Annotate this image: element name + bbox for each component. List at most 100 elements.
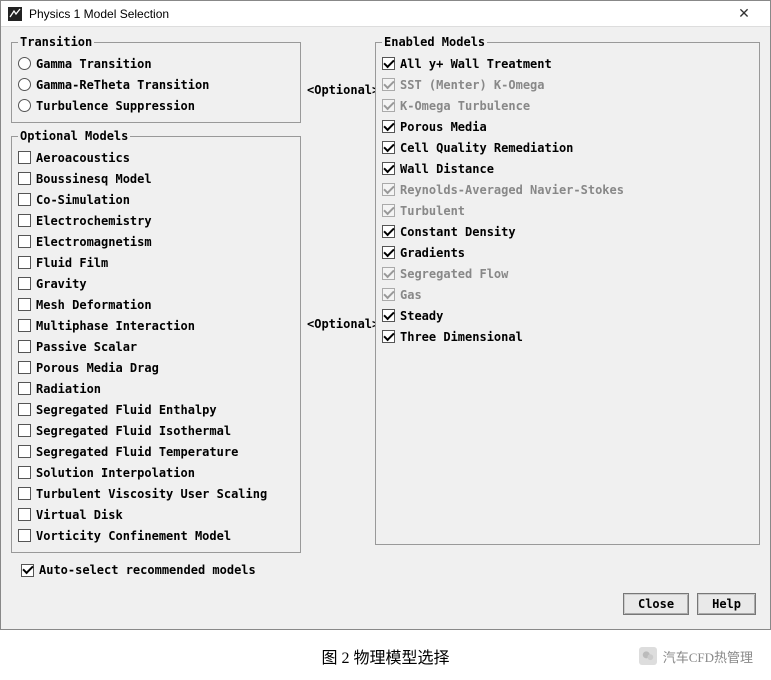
checkbox-label: SST (Menter) K-Omega (400, 78, 545, 92)
checkbox[interactable] (18, 445, 31, 458)
checkbox[interactable] (382, 225, 395, 238)
checkbox-label: Wall Distance (400, 162, 494, 176)
checkbox (382, 99, 395, 112)
enabled-model-row: Cell Quality Remediation (382, 137, 753, 158)
transition-legend: Transition (18, 35, 94, 49)
optional-model-row: Aeroacoustics (18, 147, 294, 168)
checkbox-label: Segregated Fluid Temperature (36, 445, 238, 459)
checkbox-label: Reynolds-Averaged Navier-Stokes (400, 183, 624, 197)
checkbox-label: Turbulent Viscosity User Scaling (36, 487, 267, 501)
watermark-text: 汽车CFD热管理 (663, 647, 753, 666)
transition-option: Turbulence Suppression (18, 95, 294, 116)
enabled-model-row: Segregated Flow (382, 263, 753, 284)
checkbox[interactable] (18, 319, 31, 332)
checkbox[interactable] (18, 424, 31, 437)
help-button[interactable]: Help (697, 593, 756, 615)
window-title: Physics 1 Model Selection (29, 7, 724, 21)
content-area: Transition Gamma TransitionGamma-ReTheta… (1, 27, 770, 581)
radio-button[interactable] (18, 57, 31, 70)
optional-model-row: Turbulent Viscosity User Scaling (18, 483, 294, 504)
enabled-model-row: Reynolds-Averaged Navier-Stokes (382, 179, 753, 200)
transition-option: Gamma-ReTheta Transition (18, 74, 294, 95)
checkbox-label: Fluid Film (36, 256, 108, 270)
checkbox[interactable] (18, 529, 31, 542)
checkbox-label: Gradients (400, 246, 465, 260)
optional-model-row: Fluid Film (18, 252, 294, 273)
checkbox (382, 183, 395, 196)
checkbox[interactable] (382, 309, 395, 322)
optional-model-row: Radiation (18, 378, 294, 399)
checkbox[interactable] (18, 361, 31, 374)
checkbox[interactable] (382, 57, 395, 70)
middle-column: <Optional> <Optional> (307, 35, 369, 577)
optional-models-group: Optional Models AeroacousticsBoussinesq … (11, 129, 301, 553)
checkbox-label: Solution Interpolation (36, 466, 195, 480)
optional-model-row: Segregated Fluid Temperature (18, 441, 294, 462)
checkbox-label: Steady (400, 309, 443, 323)
checkbox[interactable] (18, 382, 31, 395)
checkbox-label: Vorticity Confinement Model (36, 529, 231, 543)
radio-label: Gamma-ReTheta Transition (36, 78, 209, 92)
checkbox-label: Mesh Deformation (36, 298, 152, 312)
radio-button[interactable] (18, 78, 31, 91)
checkbox[interactable] (18, 214, 31, 227)
checkbox[interactable] (18, 193, 31, 206)
checkbox[interactable] (18, 508, 31, 521)
checkbox-label: Passive Scalar (36, 340, 137, 354)
checkbox[interactable] (18, 256, 31, 269)
radio-label: Turbulence Suppression (36, 99, 195, 113)
checkbox-label: Porous Media (400, 120, 487, 134)
auto-select-row: Auto-select recommended models (11, 559, 301, 577)
dialog-window: Physics 1 Model Selection ✕ Transition G… (0, 0, 771, 630)
optional-model-row: Electromagnetism (18, 231, 294, 252)
right-column: Enabled Models All y+ Wall TreatmentSST … (375, 35, 760, 577)
optional-model-row: Virtual Disk (18, 504, 294, 525)
button-row: Close Help (1, 581, 770, 629)
checkbox[interactable] (382, 141, 395, 154)
checkbox[interactable] (18, 298, 31, 311)
enabled-model-row: All y+ Wall Treatment (382, 53, 753, 74)
checkbox[interactable] (382, 120, 395, 133)
checkbox-label: Turbulent (400, 204, 465, 218)
close-button[interactable]: Close (623, 593, 689, 615)
caption-area: 图 2 物理模型选择 汽车CFD热管理 (0, 630, 771, 678)
figure-caption: 图 2 物理模型选择 (321, 644, 449, 668)
optional-model-row: Multiphase Interaction (18, 315, 294, 336)
checkbox[interactable] (382, 246, 395, 259)
checkbox (382, 78, 395, 91)
checkbox (382, 204, 395, 217)
checkbox-label: Gravity (36, 277, 87, 291)
enabled-model-row: Porous Media (382, 116, 753, 137)
checkbox[interactable] (382, 330, 395, 343)
wechat-icon (639, 647, 657, 665)
checkbox[interactable] (18, 235, 31, 248)
checkbox-label: Multiphase Interaction (36, 319, 195, 333)
checkbox-label: Electromagnetism (36, 235, 152, 249)
auto-select-checkbox[interactable] (21, 564, 34, 577)
optional-model-row: Porous Media Drag (18, 357, 294, 378)
optional-model-row: Segregated Fluid Isothermal (18, 420, 294, 441)
checkbox[interactable] (18, 340, 31, 353)
checkbox[interactable] (382, 162, 395, 175)
optional-model-row: Boussinesq Model (18, 168, 294, 189)
checkbox-label: Boussinesq Model (36, 172, 152, 186)
checkbox[interactable] (18, 151, 31, 164)
enabled-model-row: Turbulent (382, 200, 753, 221)
checkbox-label: Three Dimensional (400, 330, 523, 344)
checkbox-label: Segregated Flow (400, 267, 508, 281)
checkbox-label: Cell Quality Remediation (400, 141, 573, 155)
checkbox[interactable] (18, 172, 31, 185)
checkbox[interactable] (18, 487, 31, 500)
checkbox-label: All y+ Wall Treatment (400, 57, 552, 71)
optional-model-row: Vorticity Confinement Model (18, 525, 294, 546)
checkbox-label: Segregated Fluid Enthalpy (36, 403, 217, 417)
close-icon[interactable]: ✕ (724, 1, 764, 27)
optional-model-row: Segregated Fluid Enthalpy (18, 399, 294, 420)
app-icon (7, 6, 23, 22)
checkbox[interactable] (18, 403, 31, 416)
checkbox[interactable] (18, 466, 31, 479)
checkbox[interactable] (18, 277, 31, 290)
enabled-models-group: Enabled Models All y+ Wall TreatmentSST … (375, 35, 760, 545)
enabled-model-row: Three Dimensional (382, 326, 753, 347)
radio-button[interactable] (18, 99, 31, 112)
